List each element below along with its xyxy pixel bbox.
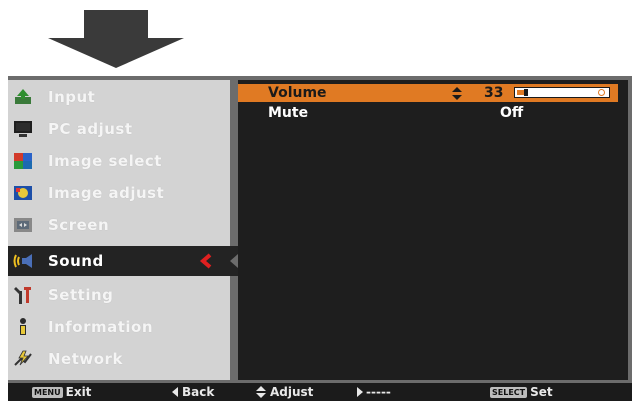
setting-icon: [12, 285, 34, 305]
sound-icon: [12, 251, 34, 271]
menu-item-input[interactable]: Input: [8, 82, 230, 112]
volume-label: Volume: [268, 85, 327, 101]
menu-item-information[interactable]: Information: [8, 312, 230, 342]
menu-item-sound[interactable]: Sound: [8, 246, 230, 276]
pc-adjust-icon: [12, 119, 34, 139]
menu-item-label: Network: [48, 350, 123, 368]
image-adjust-icon: [12, 183, 34, 203]
input-icon: [12, 87, 34, 107]
menu-item-label: Setting: [48, 286, 114, 304]
adjust-label: Adjust: [270, 385, 314, 399]
volume-slider-knob[interactable]: [524, 89, 528, 96]
next-hint[interactable]: -----: [356, 385, 391, 399]
sound-submenu-panel: [238, 80, 628, 380]
network-icon: [12, 349, 34, 369]
volume-value: 33: [484, 85, 504, 101]
menu-item-image-select[interactable]: Image select: [8, 146, 230, 176]
volume-slider-fill: [517, 90, 524, 95]
adjust-hint[interactable]: Adjust: [256, 385, 313, 399]
exit-hint[interactable]: MENU Exit: [32, 385, 91, 399]
menu-item-label: Input: [48, 88, 96, 106]
information-icon: [12, 317, 34, 337]
set-hint[interactable]: SELECT Set: [490, 385, 553, 399]
mute-row[interactable]: Mute Off: [238, 104, 618, 122]
menu-item-label: PC adjust: [48, 120, 133, 138]
menu-item-label: Sound: [48, 252, 104, 270]
up-down-arrow-icon: [256, 386, 266, 398]
selection-notch: [226, 246, 238, 276]
mute-label: Mute: [268, 105, 309, 121]
menu-item-network[interactable]: Network: [8, 344, 230, 374]
set-label: Set: [530, 385, 553, 399]
menu-item-setting[interactable]: Setting: [8, 280, 230, 310]
active-item-arrow-icon: [199, 253, 212, 269]
up-down-arrow-icon: [452, 87, 462, 100]
exit-label: Exit: [65, 385, 92, 399]
image-select-icon: [12, 151, 34, 171]
volume-slider-end-icon: [598, 89, 605, 96]
screen-icon: [12, 215, 34, 235]
menu-item-image-adjust[interactable]: Image adjust: [8, 178, 230, 208]
volume-row[interactable]: Volume 33: [238, 84, 618, 102]
bottom-hint-bar: MENU Exit Back Adjust ----- SELECT Set: [8, 383, 632, 401]
right-arrow-icon: [357, 387, 363, 397]
back-label: Back: [182, 385, 215, 399]
back-hint[interactable]: Back: [171, 385, 214, 399]
menu-key-icon: MENU: [32, 386, 63, 398]
menu-item-label: Information: [48, 318, 154, 336]
menu-item-screen[interactable]: Screen: [8, 210, 230, 240]
menu-item-label: Image adjust: [48, 184, 165, 202]
down-arrow-icon: [48, 10, 184, 68]
left-arrow-icon: [172, 387, 178, 397]
menu-item-label: Screen: [48, 216, 110, 234]
menu-item-pc-adjust[interactable]: PC adjust: [8, 114, 230, 144]
mute-value: Off: [500, 105, 524, 121]
next-label: -----: [366, 385, 391, 399]
select-key-icon: SELECT: [490, 386, 528, 398]
volume-slider[interactable]: [514, 87, 610, 98]
menu-item-label: Image select: [48, 152, 162, 170]
